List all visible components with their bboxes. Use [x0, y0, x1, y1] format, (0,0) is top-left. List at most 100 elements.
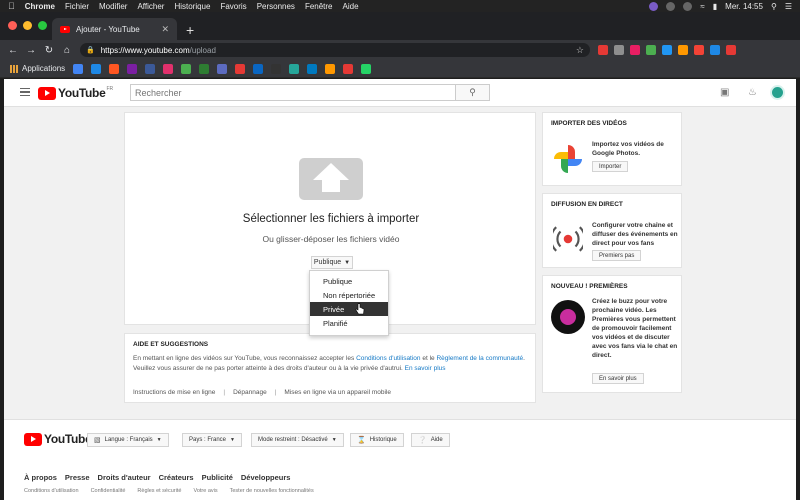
control-center-icon[interactable]: ☰ [785, 2, 792, 11]
footer-sublink-terms[interactable]: Conditions d'utilisation [24, 488, 79, 494]
get-started-button[interactable]: Premiers pas [592, 250, 642, 261]
battery-icon[interactable]: ▮ [713, 2, 717, 11]
bookmark-icon[interactable] [235, 63, 246, 74]
forward-icon[interactable]: → [24, 45, 38, 56]
country-button[interactable]: Pays : France ▼ [182, 433, 242, 447]
bookmark-applications[interactable]: Applications [22, 64, 65, 73]
footer-youtube-logo[interactable]: YouTube [24, 432, 92, 446]
extension-icon[interactable] [694, 45, 704, 55]
search-button[interactable]: ⚲ [456, 84, 490, 101]
status-app-icon[interactable] [666, 1, 676, 11]
bookmark-icon[interactable] [199, 63, 210, 74]
community-guidelines-link[interactable]: Règlement de la communauté [436, 355, 523, 362]
bookmark-icon[interactable] [127, 63, 138, 74]
footer-link-creators[interactable]: Créateurs [159, 473, 194, 482]
privacy-option-publique[interactable]: Publique [310, 274, 388, 288]
privacy-dropdown-button[interactable]: Publique ▼ [311, 256, 353, 269]
import-button[interactable]: Importer [592, 161, 629, 172]
bookmark-icon[interactable] [109, 63, 120, 74]
home-icon[interactable]: ⌂ [60, 45, 74, 56]
help-link-instructions[interactable]: Instructions de mise en ligne [133, 389, 215, 396]
terms-link[interactable]: Conditions d'utilisation [356, 355, 420, 362]
help-button[interactable]: ❔ Aide [411, 433, 450, 447]
minimize-window-button[interactable] [23, 21, 32, 30]
google-photos-icon [554, 145, 582, 173]
menu-fichier[interactable]: Fichier [65, 2, 89, 11]
status-app-icon[interactable] [683, 1, 693, 11]
bookmark-icon[interactable] [73, 63, 84, 74]
close-window-button[interactable] [8, 21, 17, 30]
language-button[interactable]: ▧ Langue : Français ▼ [87, 433, 169, 447]
extension-icon[interactable] [598, 45, 608, 55]
bookmark-icon[interactable] [253, 63, 264, 74]
footer-sublink-test-features[interactable]: Tester de nouvelles fonctionnalités [230, 488, 314, 494]
avatar[interactable] [770, 85, 785, 100]
footer-link-developers[interactable]: Développeurs [241, 473, 291, 482]
footer-sublink-feedback[interactable]: Votre avis [193, 488, 217, 494]
upload-arrow-icon[interactable] [299, 158, 363, 200]
bookmark-icon[interactable] [145, 63, 156, 74]
footer-link-press[interactable]: Presse [65, 473, 90, 482]
bookmark-icon[interactable] [307, 63, 318, 74]
menu-modifier[interactable]: Modifier [99, 2, 127, 11]
spotlight-icon[interactable]: ⚲ [771, 2, 777, 11]
footer-link-about[interactable]: À propos [24, 473, 57, 482]
bookmark-star-icon[interactable]: ☆ [576, 45, 584, 56]
footer-link-advertise[interactable]: Publicité [202, 473, 233, 482]
extension-icon[interactable] [678, 45, 688, 55]
hamburger-menu-icon[interactable] [20, 88, 30, 96]
bookmark-icon[interactable] [271, 63, 282, 74]
clock[interactable]: Mer. 14:55 [725, 2, 763, 11]
video-camera-icon[interactable]: ▣ [720, 87, 729, 98]
bookmark-icon[interactable] [289, 63, 300, 74]
extension-icon[interactable] [630, 45, 640, 55]
bell-icon[interactable]: ♨ [748, 87, 757, 98]
address-bar[interactable]: 🔒 https://www.youtube.com /upload ☆ [80, 43, 590, 57]
menu-favoris[interactable]: Favoris [220, 2, 246, 11]
bookmark-icon[interactable] [325, 63, 336, 74]
menu-aide[interactable]: Aide [343, 2, 359, 11]
bookmark-icon[interactable] [91, 63, 102, 74]
extension-icon[interactable] [710, 45, 720, 55]
lock-icon[interactable]: 🔒 [86, 46, 95, 54]
privacy-option-privee[interactable]: Privée [310, 302, 388, 316]
help-icon: ❔ [418, 437, 427, 444]
menu-afficher[interactable]: Afficher [137, 2, 164, 11]
close-tab-icon[interactable]: ✕ [161, 24, 169, 35]
zoom-window-button[interactable] [38, 21, 47, 30]
back-icon[interactable]: ← [6, 45, 20, 56]
menu-app-name[interactable]: Chrome [25, 2, 55, 11]
privacy-option-planifie[interactable]: Planifié [310, 316, 388, 330]
bookmark-icon[interactable] [217, 63, 228, 74]
youtube-logo[interactable]: YouTube FR [38, 86, 113, 100]
menu-personnes[interactable]: Personnes [257, 2, 295, 11]
extension-icon[interactable] [662, 45, 672, 55]
restricted-mode-button[interactable]: Mode restreint : Désactivé ▼ [251, 433, 344, 447]
footer-link-copyright[interactable]: Droits d'auteur [98, 473, 151, 482]
extension-icon[interactable] [646, 45, 656, 55]
upload-title[interactable]: Sélectionner les fichiers à importer [125, 213, 537, 225]
bookmark-icon[interactable] [181, 63, 192, 74]
new-tab-button[interactable]: + [186, 22, 194, 38]
privacy-option-non-repertoriee[interactable]: Non répertoriée [310, 288, 388, 302]
reload-icon[interactable]: ↻ [42, 45, 56, 56]
footer-sublink-policy[interactable]: Règles et sécurité [137, 488, 181, 494]
menu-fenetre[interactable]: Fenêtre [305, 2, 333, 11]
learn-more-link[interactable]: En savoir plus [405, 365, 446, 372]
footer-sublink-privacy[interactable]: Confidentialité [91, 488, 126, 494]
extension-icon[interactable] [614, 45, 624, 55]
bookmark-icon[interactable] [343, 63, 354, 74]
status-app-icon[interactable] [649, 1, 659, 11]
apple-icon[interactable]:  [8, 1, 15, 11]
extension-icon[interactable] [726, 45, 736, 55]
bookmark-icon[interactable] [163, 63, 174, 74]
learn-more-button[interactable]: En savoir plus [592, 373, 644, 384]
help-link-mobile[interactable]: Mises en ligne via un appareil mobile [284, 389, 391, 396]
search-input[interactable] [130, 84, 456, 101]
menu-historique[interactable]: Historique [174, 2, 210, 11]
history-button[interactable]: ⌛ Historique [350, 433, 404, 447]
help-link-troubleshooting[interactable]: Dépannage [233, 389, 267, 396]
wifi-icon[interactable]: ≈ [700, 2, 704, 11]
tab-youtube-upload[interactable]: Ajouter - YouTube ✕ [52, 18, 177, 40]
bookmark-icon[interactable] [361, 63, 372, 74]
